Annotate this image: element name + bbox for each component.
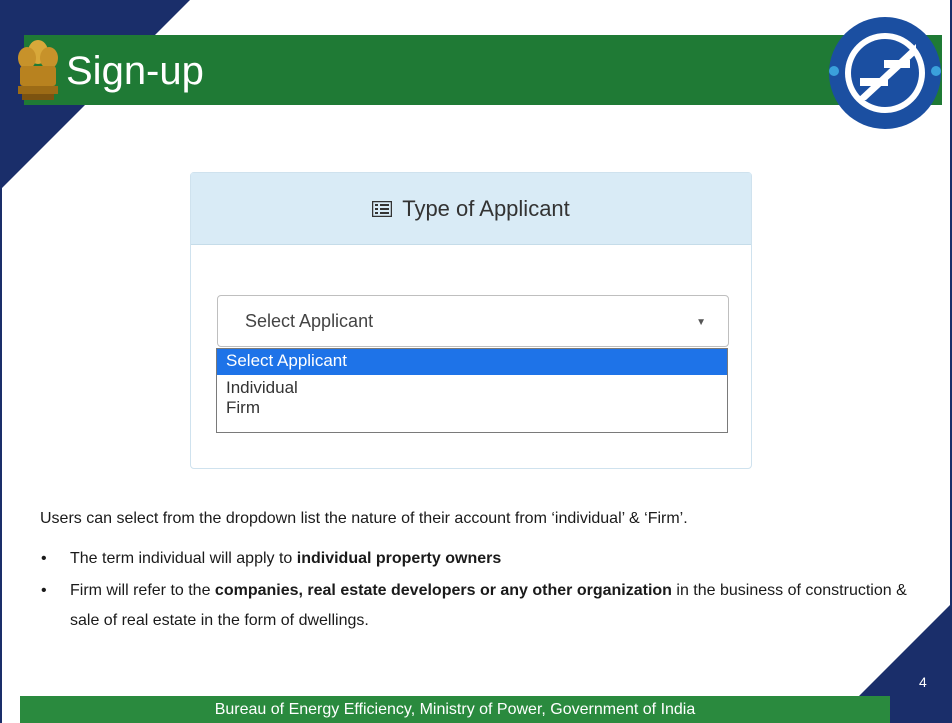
footer-bar: Bureau of Energy Efficiency, Ministry of… [20,696,890,723]
option-firm[interactable]: Firm [217,398,727,418]
chevron-down-icon: ▼ [696,317,706,328]
footer-text: Bureau of Energy Efficiency, Ministry of… [214,700,696,718]
option-individual[interactable]: Individual [217,378,727,398]
bee-logo [829,17,941,129]
page-title: Sign-up [66,49,204,93]
page-number: 4 [919,674,927,690]
bullet-item-firm: • Firm will refer to the companies, real… [40,576,940,636]
bullet-item-individual: • The term individual will apply to indi… [40,544,940,574]
option-select-applicant[interactable]: Select Applicant [217,349,727,375]
list-card-icon [372,200,393,217]
panel-header: Type of Applicant [191,173,751,245]
national-emblem-icon [18,40,58,100]
bullet-icon: • [41,582,47,599]
bullet-list: • The term individual will apply to indi… [40,544,940,638]
panel-title: Type of Applicant [402,195,570,221]
applicant-type-dropdown: Select Applicant Individual Firm [216,348,728,433]
select-value: Select Applicant [245,310,374,331]
applicant-type-select[interactable]: Select Applicant ▼ [217,295,729,347]
bullet-icon: • [41,550,47,567]
description-text: Users can select from the dropdown list … [40,510,688,527]
